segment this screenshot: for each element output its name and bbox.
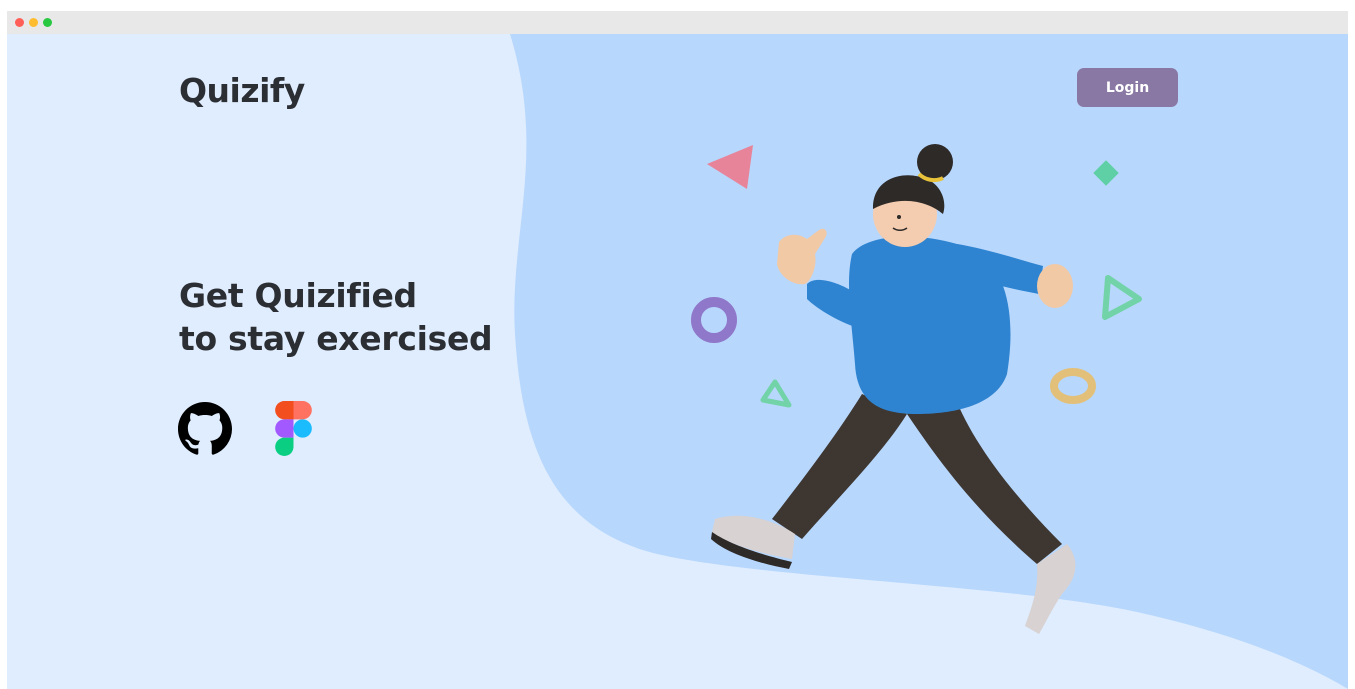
github-icon (178, 402, 232, 455)
pink-triangle-shape (707, 145, 753, 189)
github-link[interactable] (178, 402, 232, 460)
green-diamond-shape (1093, 160, 1119, 186)
hero-line-1: Get Quizified (179, 276, 417, 315)
front-leg (897, 389, 1062, 564)
purple-ring-shape (691, 297, 737, 343)
maximize-window-dot[interactable] (43, 18, 52, 27)
running-person-illustration (691, 144, 1142, 634)
eye (897, 215, 901, 219)
green-triangle-outline-shape (1102, 275, 1142, 320)
figma-link[interactable] (275, 401, 312, 460)
figma-icon (275, 401, 312, 456)
hero-line-2: to stay exercised (179, 319, 493, 358)
back-leg (772, 394, 907, 539)
close-window-dot[interactable] (15, 18, 24, 27)
green-small-triangle-shape (760, 379, 792, 408)
yellow-ring-shape (1050, 368, 1096, 404)
brand-logo-text: Quizify (179, 71, 305, 110)
window-titlebar (7, 11, 1348, 34)
hero-headline: Get Quizified to stay exercised (179, 274, 493, 360)
login-button[interactable]: Login (1077, 68, 1178, 107)
minimize-window-dot[interactable] (29, 18, 38, 27)
pointing-hand (777, 228, 827, 285)
browser-window: Quizify Login Get Quizified to stay exer… (7, 11, 1348, 689)
fist-hand (1037, 264, 1073, 308)
landing-page: Quizify Login Get Quizified to stay exer… (7, 34, 1348, 689)
